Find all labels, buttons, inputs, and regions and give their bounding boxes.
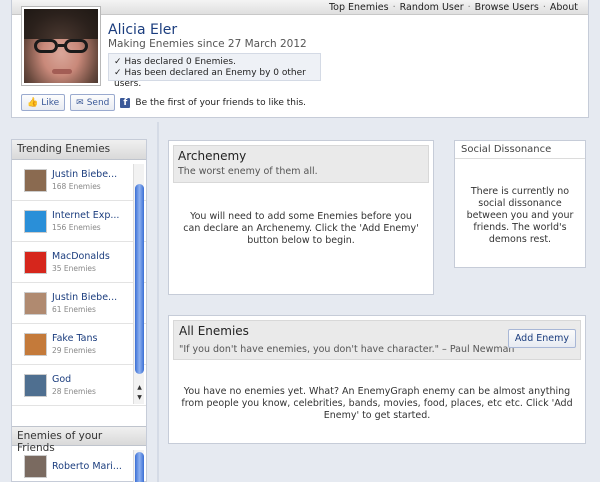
enemy-count: 168 Enemies <box>52 182 101 191</box>
list-item[interactable]: Justin Biebe... 61 Enemies <box>12 283 146 324</box>
nav-about[interactable]: About <box>550 2 578 13</box>
profile-header: Top Enemies · Random User · Browse Users… <box>11 0 589 118</box>
list-item[interactable]: Fake Tans 29 Enemies <box>12 324 146 365</box>
fake-tans-photo-icon <box>24 332 47 356</box>
all-enemies-header: All Enemies "If you don't have enemies, … <box>173 320 581 360</box>
enemy-stats: ✓ Has declared 0 Enemies. ✓ Has been dec… <box>108 53 321 89</box>
profile-name: Alicia Eler <box>108 22 178 38</box>
nav-browse-users[interactable]: Browse Users <box>475 2 539 13</box>
member-since: Making Enemies since 27 March 2012 <box>108 38 307 50</box>
avatar[interactable] <box>21 6 101 86</box>
thumbs-up-icon: 👍 <box>27 97 39 108</box>
send-button[interactable]: ✉ Send <box>70 94 116 111</box>
trending-enemies-heading: Trending Enemies <box>12 140 146 160</box>
social-dissonance-message: There is currently no social dissonance … <box>466 186 574 245</box>
enemy-count: 35 Enemies <box>52 264 96 273</box>
all-enemies-panel: All Enemies "If you don't have enemies, … <box>168 315 586 444</box>
list-item[interactable]: MacDonalds 35 Enemies <box>12 242 146 283</box>
list-item[interactable]: Roberto Mari... <box>12 446 146 482</box>
archenemy-subtitle: The worst enemy of them all. <box>178 166 318 177</box>
trending-scrollbar[interactable]: ▲ ▼ <box>133 164 144 404</box>
person-photo-icon <box>24 168 47 192</box>
trending-list: Justin Biebe... 168 Enemies Internet Exp..… <box>12 160 146 408</box>
declared-count: ✓ Has declared 0 Enemies. <box>114 57 236 67</box>
declared-by-count: ✓ Has been declared an Enemy by 0 other … <box>114 68 306 89</box>
left-sidebar: Trending Enemies Justin Biebe... 168 Enem… <box>11 139 147 482</box>
enemy-count: 29 Enemies <box>52 346 96 355</box>
scroll-thumb[interactable] <box>135 452 144 482</box>
enemy-count: 28 Enemies <box>52 387 96 396</box>
facebook-like-row: 👍 Like ✉ Send f Be the first of your fri… <box>21 94 306 111</box>
top-nav: Top Enemies · Random User · Browse Users… <box>328 2 578 13</box>
add-enemy-button[interactable]: Add Enemy <box>507 329 576 348</box>
enemy-count: 156 Enemies <box>52 223 101 232</box>
friends-list: Roberto Mari... <box>12 446 146 482</box>
column-divider <box>157 122 159 482</box>
item-name[interactable]: God <box>52 374 96 385</box>
scroll-up-icon[interactable]: ▲ <box>135 383 144 392</box>
like-prompt: Be the first of your friends to like thi… <box>135 97 307 108</box>
facebook-icon: f <box>120 97 131 108</box>
friends-enemies-heading: Enemies of your Friends <box>12 426 146 454</box>
sky-photo-icon <box>24 373 47 397</box>
ie-logo-icon <box>24 209 47 233</box>
archenemy-panel: Archenemy The worst enemy of them all. Y… <box>168 140 434 295</box>
person-photo-icon <box>24 454 47 478</box>
social-dissonance-title: Social Dissonance <box>455 141 585 159</box>
all-enemies-message: You have no enemies yet. What? An EnemyG… <box>181 386 573 421</box>
mcdonalds-logo-icon <box>24 250 47 274</box>
scroll-down-icon[interactable]: ▼ <box>135 393 144 402</box>
list-item[interactable]: God 28 Enemies <box>12 365 146 406</box>
avatar-photo <box>24 9 98 83</box>
nav-top-enemies[interactable]: Top Enemies <box>329 2 389 13</box>
like-button[interactable]: 👍 Like <box>21 94 66 111</box>
list-item[interactable]: Justin Biebe... 168 Enemies <box>12 160 146 201</box>
archenemy-message: You will need to add some Enemies before… <box>183 211 419 246</box>
friends-scrollbar[interactable] <box>133 450 144 482</box>
scroll-thumb[interactable] <box>135 184 144 374</box>
item-name[interactable]: MacDonalds <box>52 251 110 262</box>
item-name[interactable]: Justin Biebe... <box>52 292 117 303</box>
send-icon: ✉ <box>76 97 84 108</box>
item-name[interactable]: Fake Tans <box>52 333 97 344</box>
item-name[interactable]: Internet Exp... <box>52 210 119 221</box>
item-name[interactable]: Roberto Mari... <box>52 461 122 472</box>
social-dissonance-panel: Social Dissonance There is currently no … <box>454 140 586 268</box>
item-name[interactable]: Justin Biebe... <box>52 169 117 180</box>
nav-random-user[interactable]: Random User <box>400 2 464 13</box>
list-item[interactable]: Internet Exp... 156 Enemies <box>12 201 146 242</box>
enemy-count: 61 Enemies <box>52 305 96 314</box>
person-photo-icon <box>24 291 47 315</box>
archenemy-title: Archenemy <box>178 149 247 163</box>
archenemy-header: Archenemy The worst enemy of them all. <box>173 145 429 183</box>
